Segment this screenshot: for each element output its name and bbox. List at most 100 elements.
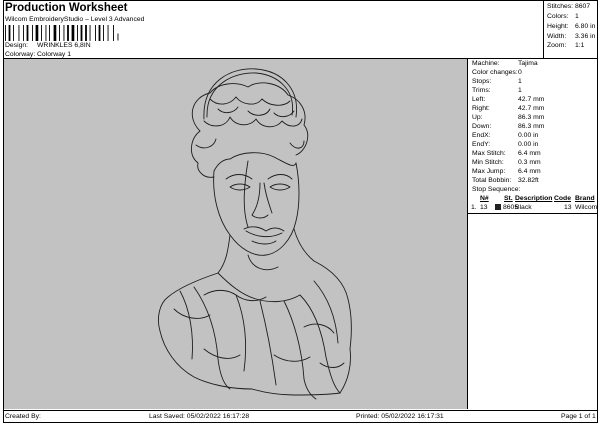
stat-value: 6.80 in bbox=[575, 23, 596, 30]
info-value: 42.7 mm bbox=[518, 96, 545, 103]
stat-label: Colors: bbox=[547, 13, 569, 20]
info-label: Down: bbox=[472, 123, 492, 130]
color-swatch bbox=[495, 204, 501, 210]
footer-created-by: Created By: bbox=[5, 413, 41, 420]
barcode-bar bbox=[5, 25, 6, 41]
machine-info-divider bbox=[468, 58, 598, 59]
info-value: 6.4 mm bbox=[518, 168, 541, 175]
barcode-bar bbox=[95, 25, 96, 41]
info-value: 6.4 mm bbox=[518, 150, 541, 157]
barcode-bar bbox=[85, 25, 87, 41]
barcode-bar bbox=[98, 25, 101, 41]
info-row-machine: Machine: Tajima bbox=[472, 60, 538, 69]
stat-label: Stitches: bbox=[547, 3, 574, 10]
design-value: WRINKLES 6,8IN bbox=[37, 42, 91, 49]
embroidery-bust-drawing bbox=[157, 68, 352, 400]
info-label: Min Stitch: bbox=[472, 159, 504, 166]
stat-label: Width: bbox=[547, 33, 567, 40]
footer-printed: Printed: 05/02/2022 16:17:31 bbox=[356, 413, 444, 420]
info-row-max-stitch: Max Stitch: 6.4 mm bbox=[472, 150, 541, 159]
barcode-bar bbox=[32, 25, 33, 41]
design-preview bbox=[4, 59, 468, 409]
barcode-bar bbox=[59, 25, 60, 41]
barcode-bar bbox=[35, 25, 39, 41]
info-row-endy: EndY: 0.00 in bbox=[472, 141, 538, 150]
info-row-left: Left: 42.7 mm bbox=[472, 96, 544, 105]
stat-stitches: Stitches: 8607 bbox=[547, 2, 590, 11]
info-label: Stops: bbox=[472, 78, 492, 85]
info-row-right: Right: 42.7 mm bbox=[472, 105, 544, 114]
barcode-bar bbox=[13, 25, 14, 41]
stat-label: Height: bbox=[547, 23, 569, 30]
stat-height: Height: 6.80 in bbox=[547, 22, 595, 31]
stat-colors: Colors: 1 bbox=[547, 12, 579, 21]
info-row-down: Down: 86.3 mm bbox=[472, 123, 544, 132]
info-value: 1 bbox=[518, 78, 522, 85]
info-label: Up: bbox=[472, 114, 483, 121]
info-value: 0.00 in bbox=[518, 132, 539, 139]
barcode-bar bbox=[89, 25, 91, 41]
row-brand: Wilcom bbox=[575, 204, 598, 211]
barcode-bar bbox=[80, 25, 83, 41]
barcode-bar bbox=[67, 25, 69, 41]
column-header-code: Code bbox=[554, 195, 571, 202]
design-label: Design: bbox=[5, 42, 29, 49]
barcode-bar bbox=[113, 25, 114, 41]
barcode-bar bbox=[103, 25, 104, 41]
design-row: Design: WRINKLES 6,8IN bbox=[5, 41, 91, 50]
info-label: Color changes: bbox=[472, 69, 518, 76]
info-value: 32.82ft bbox=[518, 177, 539, 184]
stat-zoom: Zoom: 1:1 bbox=[547, 41, 584, 50]
barcode-bar bbox=[53, 25, 57, 41]
info-row-color-changes: Color changes: 0 bbox=[472, 69, 522, 78]
column-header-brand: Brand bbox=[575, 195, 595, 202]
barcode-bar bbox=[45, 25, 47, 41]
footer: Created By: Last Saved: 05/02/2022 16:17… bbox=[3, 410, 598, 423]
stat-label: Zoom: bbox=[547, 42, 567, 49]
info-value: 86.3 mm bbox=[518, 114, 545, 121]
row-code: 13 bbox=[564, 204, 572, 211]
info-row-max-jump: Max Jump: 6.4 mm bbox=[472, 168, 541, 177]
info-label: Left: bbox=[472, 96, 486, 103]
info-value: 86.3 mm bbox=[518, 123, 545, 130]
info-value: 0 bbox=[518, 69, 522, 76]
info-value: Tajima bbox=[518, 60, 538, 67]
software-subtitle: Wilcom EmbroideryStudio – Level 3 Advanc… bbox=[5, 16, 145, 23]
info-label: EndY: bbox=[472, 141, 491, 148]
stat-width: Width: 3.36 in bbox=[547, 32, 595, 41]
page-title: Production Worksheet bbox=[5, 2, 128, 14]
barcode-bar bbox=[71, 25, 75, 41]
info-row-trims: Trims: 1 bbox=[472, 87, 522, 96]
row-index: 1. bbox=[471, 204, 477, 211]
barcode-bar bbox=[18, 25, 20, 41]
barcode bbox=[5, 25, 114, 41]
info-label: Max Jump: bbox=[472, 168, 506, 175]
footer-last-saved: Last Saved: 05/02/2022 16:17:28 bbox=[149, 413, 250, 420]
stat-value: 8607 bbox=[575, 3, 591, 10]
barcode-bar bbox=[77, 25, 78, 41]
info-value: 0.00 in bbox=[518, 141, 539, 148]
barcode-bar bbox=[49, 25, 50, 41]
barcode-bar bbox=[26, 25, 29, 41]
info-value: 42.7 mm bbox=[518, 105, 545, 112]
blank-panel bbox=[468, 213, 598, 409]
info-label: Right: bbox=[472, 105, 490, 112]
info-label: Trims: bbox=[472, 87, 491, 94]
info-row-up: Up: 86.3 mm bbox=[472, 114, 544, 123]
barcode-bar bbox=[63, 25, 65, 41]
info-label: Max Stitch: bbox=[472, 150, 506, 157]
stat-value: 3.36 in bbox=[575, 33, 596, 40]
stat-value: 1:1 bbox=[575, 42, 585, 49]
stat-value: 1 bbox=[575, 13, 579, 20]
footer-page-number: Page 1 of 1 bbox=[561, 413, 596, 420]
barcode-mark: | bbox=[117, 34, 119, 41]
column-header-description: Description bbox=[515, 195, 553, 202]
info-row-min-stitch: Min Stitch: 0.3 mm bbox=[472, 159, 541, 168]
info-value: 0.3 mm bbox=[518, 159, 541, 166]
info-value: 1 bbox=[518, 87, 522, 94]
info-row-endx: EndX: 0.00 in bbox=[472, 132, 538, 141]
barcode-bar bbox=[107, 25, 109, 41]
column-header-n: N# bbox=[480, 195, 489, 202]
barcode-bar bbox=[41, 25, 42, 41]
column-header-st: St. bbox=[504, 195, 513, 202]
